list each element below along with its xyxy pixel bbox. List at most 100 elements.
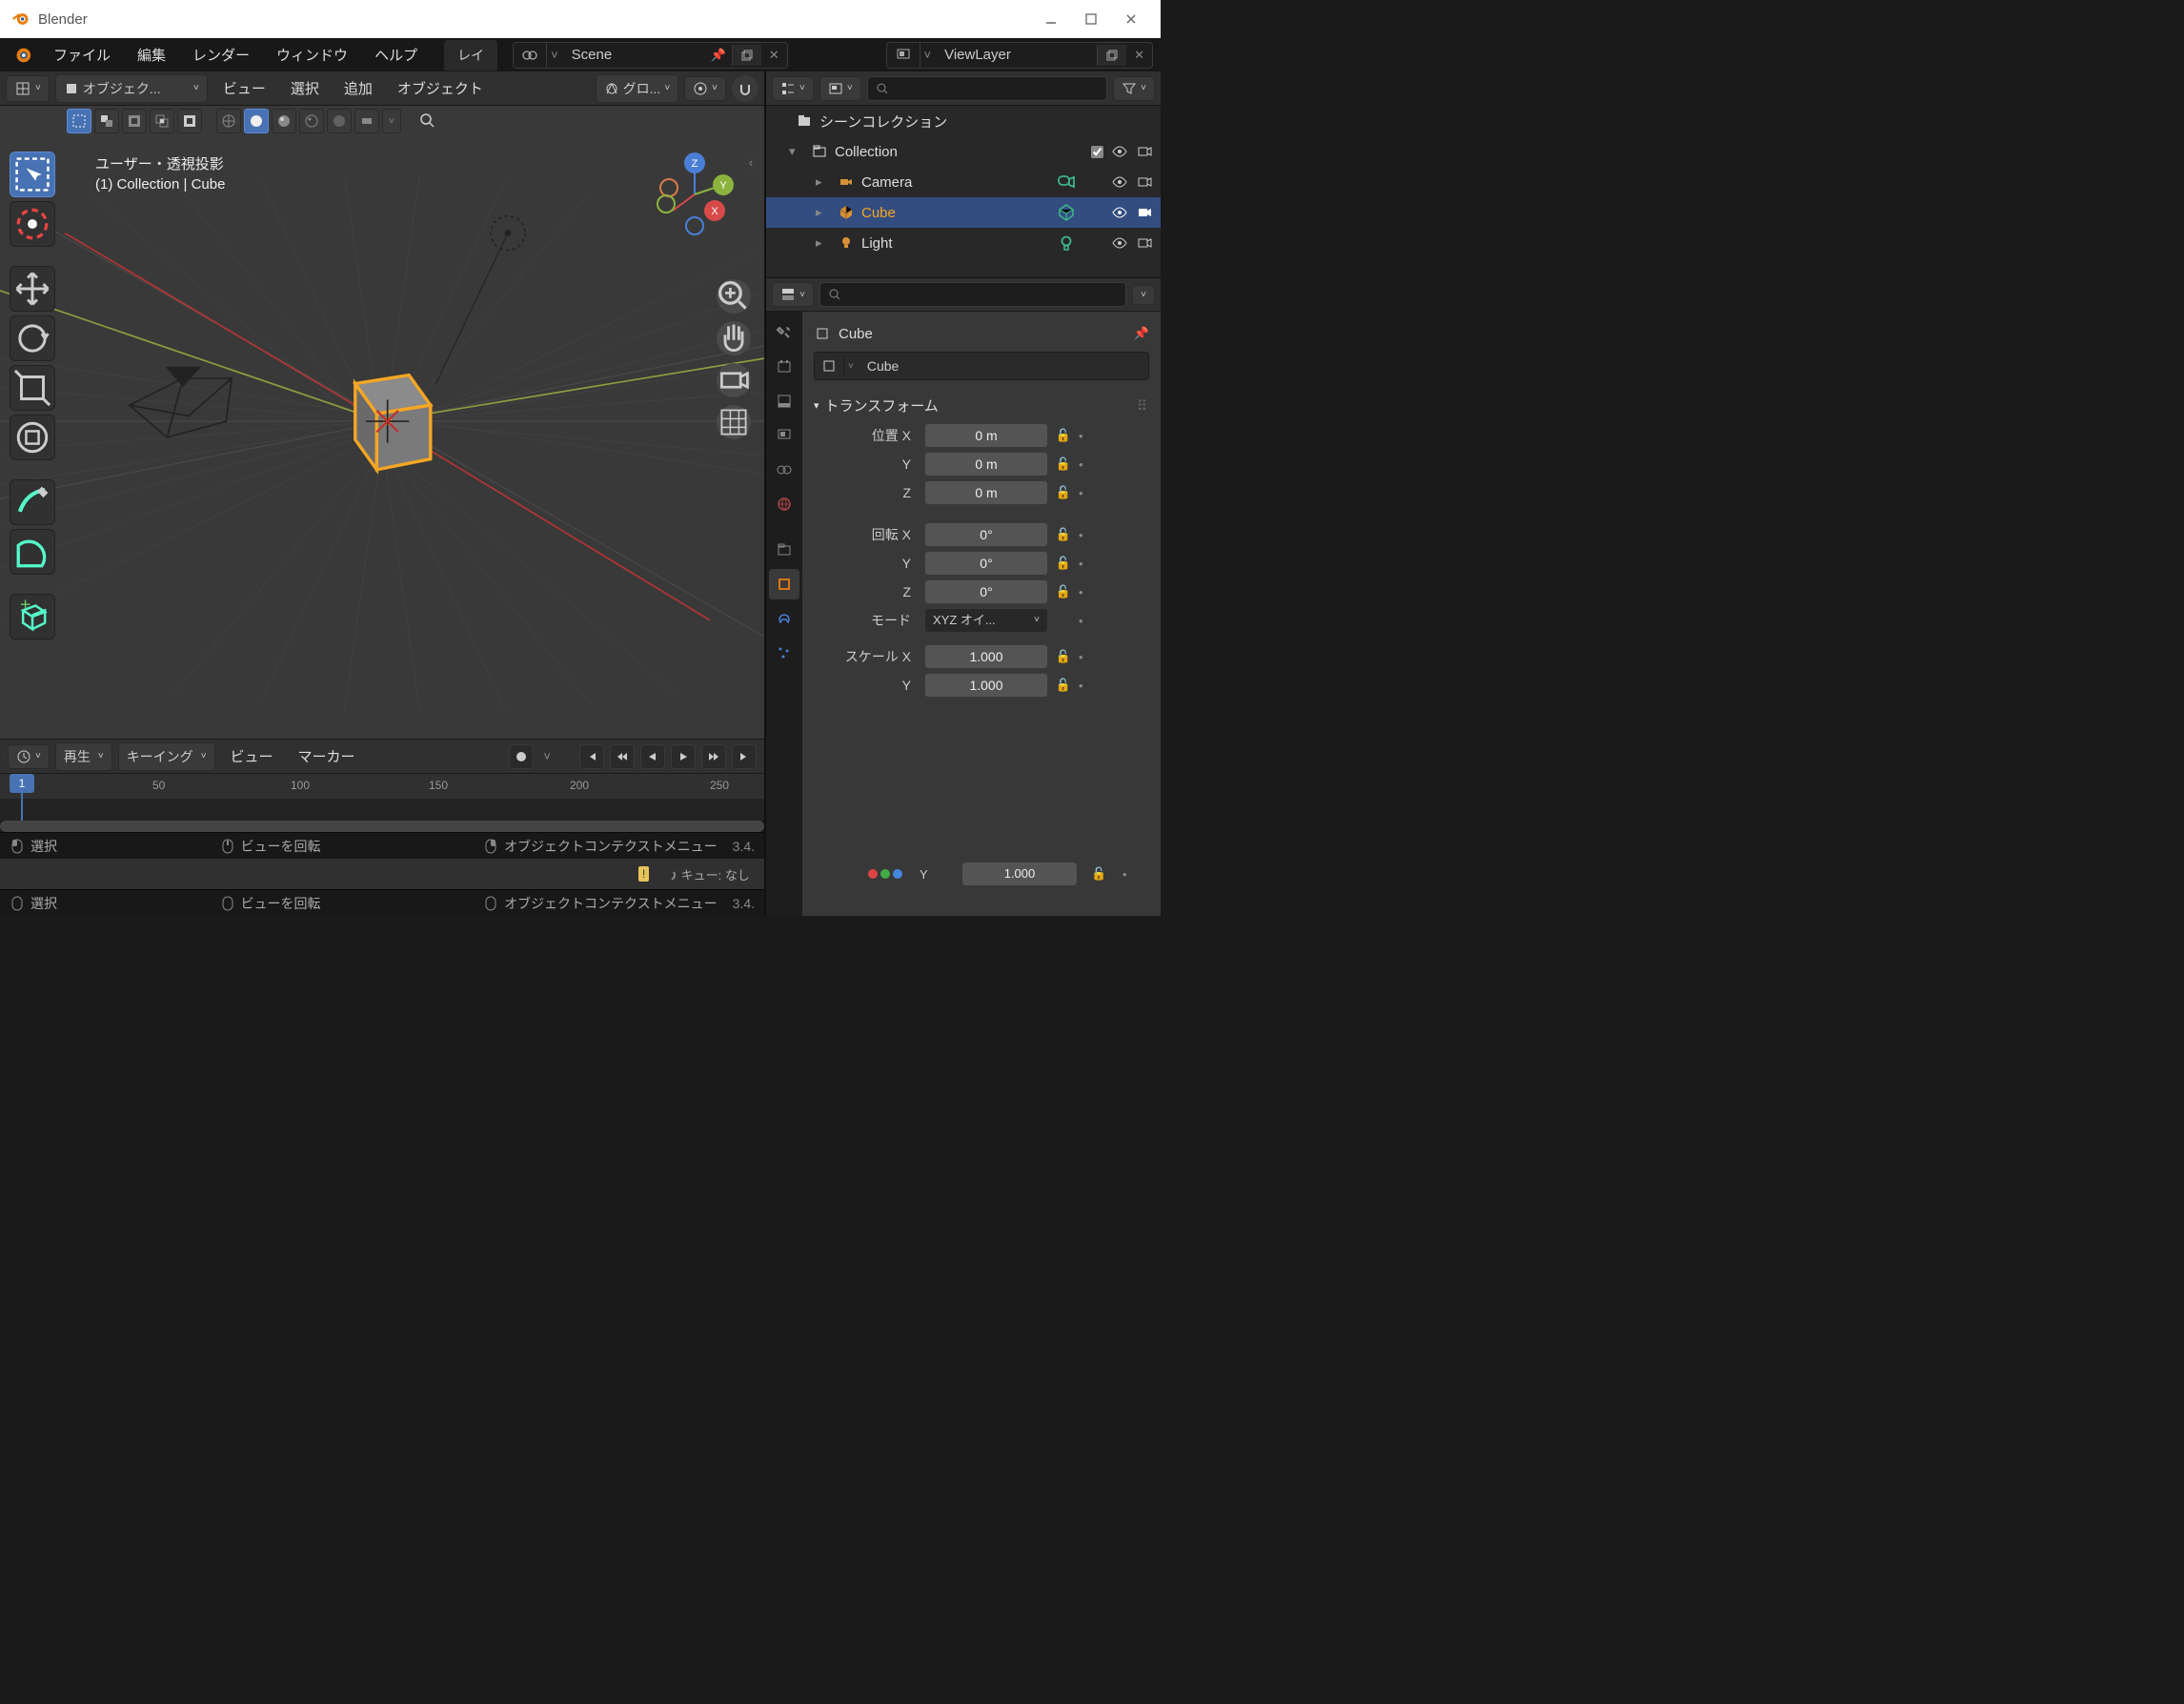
camera-icon[interactable] xyxy=(1136,204,1153,221)
tab-collection[interactable] xyxy=(769,535,799,565)
play-button[interactable] xyxy=(671,744,696,769)
autokey-button[interactable] xyxy=(509,744,534,769)
scale-x-field[interactable]: 1.000 xyxy=(924,644,1048,669)
play-reverse-button[interactable] xyxy=(640,744,665,769)
anim-dot[interactable]: • xyxy=(1079,679,1092,693)
outliner-search[interactable] xyxy=(867,76,1107,101)
search-icon[interactable] xyxy=(415,109,440,133)
new-viewlayer-button[interactable] xyxy=(1097,45,1126,66)
expand-toggle[interactable]: ▸ xyxy=(816,174,831,190)
eye-icon[interactable] xyxy=(1111,143,1128,160)
shading-wireframe[interactable] xyxy=(216,109,241,133)
select-mode-invert[interactable] xyxy=(177,109,202,133)
menu-object[interactable]: オブジェクト xyxy=(388,74,493,102)
tab-world[interactable] xyxy=(769,489,799,519)
pan-button[interactable] xyxy=(717,321,751,355)
tool-cursor[interactable] xyxy=(10,201,55,247)
chevron-down-icon[interactable]: ˅ xyxy=(844,361,858,372)
scene-name-input[interactable] xyxy=(562,43,705,67)
lock-icon[interactable]: 🔓 xyxy=(1054,428,1073,443)
outliner-editor-type[interactable]: ˅ xyxy=(772,76,814,101)
timeline-scrollbar[interactable] xyxy=(0,821,764,832)
3d-viewport[interactable]: ユーザー・透視投影 (1) Collection | Cube + xyxy=(0,136,764,739)
timeline[interactable]: 1 50 100 150 200 250 xyxy=(0,773,764,832)
menu-select[interactable]: 選択 xyxy=(281,74,329,102)
minimize-button[interactable] xyxy=(1044,12,1058,26)
shading-material[interactable] xyxy=(272,109,296,133)
tab-object[interactable] xyxy=(769,569,799,599)
pin-icon[interactable]: 📌 xyxy=(705,44,732,67)
eye-icon[interactable] xyxy=(1111,204,1128,221)
tab-output[interactable] xyxy=(769,386,799,416)
scale-y-field-dup[interactable]: 1.000 xyxy=(962,862,1077,885)
chevron-down-icon[interactable]: ˅ xyxy=(920,48,936,62)
panel-transform-header[interactable]: ▾ トランスフォーム ⠿ xyxy=(814,390,1149,421)
tab-viewlayer[interactable] xyxy=(769,420,799,451)
eye-icon[interactable] xyxy=(1111,234,1128,252)
snap-button[interactable] xyxy=(732,75,758,102)
tool-annotate[interactable] xyxy=(10,479,55,525)
properties-search[interactable] xyxy=(819,282,1126,307)
menu-help[interactable]: ヘルプ xyxy=(363,41,429,69)
anim-dot[interactable]: • xyxy=(1079,486,1092,500)
menu-window[interactable]: ウィンドウ xyxy=(265,41,359,69)
tool-transform[interactable] xyxy=(10,415,55,460)
chevron-down-icon[interactable]: ˅ xyxy=(539,749,555,763)
camera-icon[interactable] xyxy=(1136,143,1153,160)
grip-icon[interactable]: ⠿ xyxy=(1137,397,1149,415)
lock-icon[interactable]: 🔓 xyxy=(1054,678,1073,693)
timeline-ruler[interactable]: 1 50 100 150 200 250 xyxy=(0,774,764,799)
viewlayer-name-input[interactable] xyxy=(935,43,1097,67)
rotation-y-field[interactable]: 0° xyxy=(924,551,1048,576)
keying-menu[interactable]: キーイング˅ xyxy=(118,742,215,771)
menu-edit[interactable]: 編集 xyxy=(126,41,177,69)
tool-select-box[interactable] xyxy=(10,152,55,197)
shading-rendered[interactable] xyxy=(299,109,324,133)
keyframe-prev-button[interactable] xyxy=(610,744,635,769)
outliner-cube[interactable]: ▸ Cube xyxy=(766,197,1161,228)
menu-render[interactable]: レンダー xyxy=(181,41,261,69)
select-mode-extend[interactable] xyxy=(94,109,119,133)
outliner-display-mode[interactable]: ˅ xyxy=(819,76,861,101)
outliner[interactable]: シーンコレクション ▾ Collection ▸ Camera xyxy=(766,106,1161,277)
shading-solid[interactable] xyxy=(244,109,269,133)
playhead[interactable]: 1 xyxy=(10,774,34,793)
anim-dot[interactable]: • xyxy=(1079,614,1092,628)
properties-options-button[interactable]: ˅ xyxy=(1132,285,1155,305)
eye-icon[interactable] xyxy=(1111,173,1128,191)
lock-icon[interactable]: 🔓 xyxy=(1054,456,1073,472)
tab-render[interactable] xyxy=(769,352,799,382)
keyframe-next-button[interactable] xyxy=(701,744,726,769)
menu-add[interactable]: 追加 xyxy=(334,74,382,102)
object-name-input[interactable] xyxy=(858,353,1148,379)
collapse-toggle[interactable]: ▾ xyxy=(789,144,804,159)
jump-end-button[interactable] xyxy=(732,744,757,769)
select-mode-rect[interactable] xyxy=(67,109,91,133)
tool-measure[interactable] xyxy=(10,529,55,575)
camera-data-icon[interactable] xyxy=(1056,172,1077,193)
tool-add-cube[interactable]: + xyxy=(10,594,55,639)
lock-icon[interactable]: 🔓 xyxy=(1054,649,1073,664)
overlay-dropdown[interactable]: ˅ xyxy=(382,109,401,133)
menu-file[interactable]: ファイル xyxy=(42,41,122,69)
outliner-scene-collection[interactable]: シーンコレクション xyxy=(766,106,1161,136)
location-x-field[interactable]: 0 m xyxy=(924,423,1048,448)
rotation-x-field[interactable]: 0° xyxy=(924,522,1048,547)
rotation-mode-select[interactable]: XYZ オイ...˅ xyxy=(924,608,1048,633)
location-z-field[interactable]: 0 m xyxy=(924,480,1048,505)
overlay-toggle[interactable] xyxy=(354,109,379,133)
tool-move[interactable] xyxy=(10,266,55,312)
tool-scale[interactable] xyxy=(10,365,55,411)
pivot-button[interactable]: ˅ xyxy=(684,76,726,101)
expand-toggle[interactable]: ▸ xyxy=(816,205,831,220)
delete-scene-button[interactable]: ✕ xyxy=(761,44,787,67)
anim-dot[interactable]: • xyxy=(1079,528,1092,542)
pin-icon[interactable]: 📌 xyxy=(1134,326,1149,341)
chevron-down-icon[interactable]: ˅ xyxy=(547,48,562,62)
tab-scene[interactable] xyxy=(769,455,799,485)
tab-tool[interactable] xyxy=(769,317,799,348)
anim-dot[interactable]: • xyxy=(1079,457,1092,472)
select-mode-intersect[interactable] xyxy=(150,109,174,133)
workspace-tab-layout[interactable]: レイ xyxy=(444,40,497,71)
anim-dot[interactable]: • xyxy=(1079,585,1092,599)
